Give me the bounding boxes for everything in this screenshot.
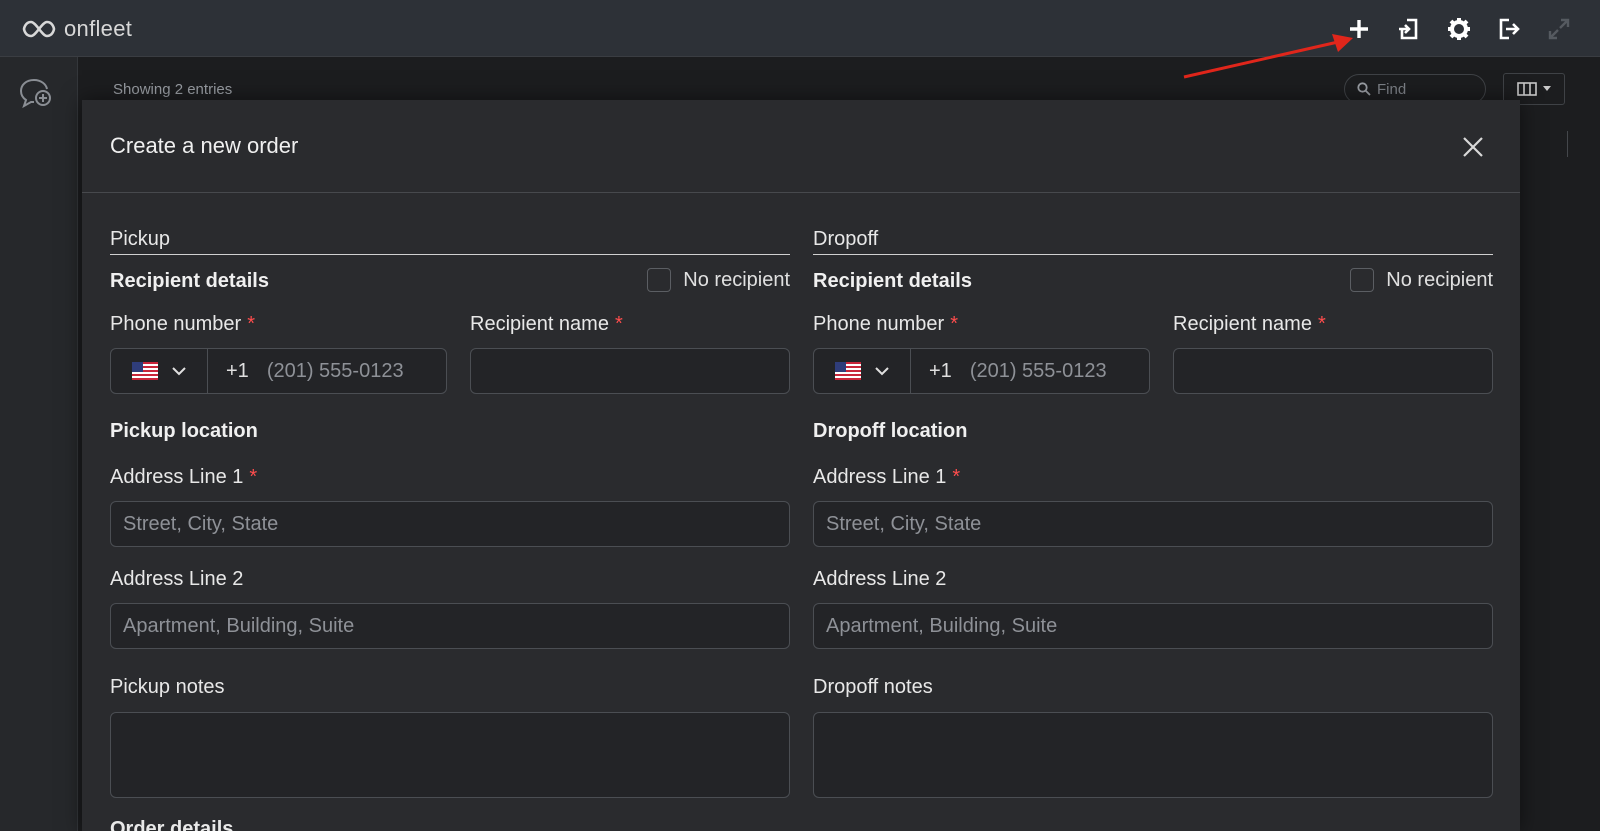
divider — [1567, 131, 1568, 157]
pickup-country-code: +1 — [226, 359, 249, 382]
pickup-recipient-name-input[interactable] — [470, 348, 790, 394]
required-mark: * — [1317, 313, 1326, 335]
columns-icon — [1517, 82, 1537, 96]
pickup-address1-label: Address Line 1 * — [110, 466, 258, 488]
dropoff-phone-label: Phone number * — [813, 313, 958, 335]
pickup-address1-placeholder: Street, City, State — [123, 512, 279, 535]
pickup-country-select[interactable] — [111, 349, 208, 393]
create-order-modal: Create a new order Pickup Recipient deta… — [82, 100, 1520, 831]
gear-icon[interactable] — [1444, 14, 1474, 44]
required-mark: * — [950, 313, 958, 335]
pickup-recipient-title: Recipient details — [110, 270, 269, 292]
dropoff-recipient-row: Recipient details No recipient — [813, 255, 1493, 301]
pickup-location-title: Pickup location — [110, 420, 258, 442]
dropoff-no-recipient-checkbox[interactable] — [1350, 268, 1375, 292]
pickup-notes-textarea[interactable] — [110, 712, 790, 798]
dropoff-phone-field[interactable]: +1 (201) 555-0123 — [813, 348, 1150, 394]
add-chat-icon[interactable] — [18, 77, 54, 114]
dropoff-country-code: +1 — [929, 359, 952, 382]
left-rail — [0, 57, 78, 831]
brand-name: onfleet — [64, 16, 133, 41]
dropoff-column: Dropoff Recipient details No recipient P… — [813, 228, 1493, 798]
onfleet-logo[interactable]: onfleet — [22, 14, 132, 44]
caret-down-icon — [1543, 86, 1551, 91]
dropoff-no-recipient[interactable]: No recipient — [1350, 268, 1493, 292]
dropoff-section-title: Dropoff — [813, 228, 1493, 255]
pickup-recipient-row: Recipient details No recipient — [110, 255, 790, 301]
pickup-column: Pickup Recipient details No recipient Ph… — [110, 228, 790, 798]
dropoff-country-select[interactable] — [814, 349, 911, 393]
dropoff-address1-input[interactable]: Street, City, State — [813, 501, 1493, 547]
us-flag-icon — [835, 362, 861, 380]
chevron-down-icon — [875, 366, 889, 375]
infinity-logo-icon — [22, 20, 56, 38]
pickup-notes-label: Pickup notes — [110, 676, 225, 698]
pickup-address1-input[interactable]: Street, City, State — [110, 501, 790, 547]
modal-header: Create a new order — [82, 100, 1520, 193]
dropoff-address1-placeholder: Street, City, State — [826, 512, 982, 535]
find-placeholder: Find — [1377, 80, 1407, 98]
pickup-no-recipient-label: No recipient — [683, 268, 790, 291]
pickup-no-recipient-checkbox[interactable] — [647, 268, 672, 292]
dropoff-phone-placeholder: (201) 555-0123 — [969, 359, 1107, 382]
expand-icon[interactable] — [1544, 14, 1574, 44]
pickup-phone-field[interactable]: +1 (201) 555-0123 — [110, 348, 447, 394]
logout-icon[interactable] — [1494, 14, 1524, 44]
annotation-arrow — [1183, 34, 1353, 79]
dropoff-address2-placeholder: Apartment, Building, Suite — [826, 614, 1058, 637]
modal-title: Create a new order — [110, 133, 299, 158]
close-icon[interactable] — [1462, 136, 1486, 160]
dropoff-name-label: Recipient name * — [1173, 313, 1326, 335]
order-details-title-partial: Order details — [110, 818, 234, 831]
dropoff-notes-textarea[interactable] — [813, 712, 1493, 798]
dropoff-no-recipient-label: No recipient — [1386, 268, 1493, 291]
import-icon[interactable] — [1394, 14, 1424, 44]
pickup-section-title: Pickup — [110, 228, 790, 255]
dropoff-address2-input[interactable]: Apartment, Building, Suite — [813, 603, 1493, 649]
pickup-address2-placeholder: Apartment, Building, Suite — [123, 614, 355, 637]
pickup-address2-input[interactable]: Apartment, Building, Suite — [110, 603, 790, 649]
top-toolbar — [1344, 14, 1574, 44]
required-mark: * — [952, 466, 961, 488]
entries-count: Showing 2 entries — [113, 81, 233, 98]
pickup-phone-label: Phone number * — [110, 313, 255, 335]
dropoff-location-title: Dropoff location — [813, 420, 968, 442]
dropoff-address2-label: Address Line 2 — [813, 568, 947, 590]
required-mark: * — [614, 313, 623, 335]
pickup-no-recipient[interactable]: No recipient — [647, 268, 790, 292]
dropoff-recipient-title: Recipient details — [813, 270, 972, 292]
dropoff-notes-label: Dropoff notes — [813, 676, 933, 698]
dropoff-recipient-name-input[interactable] — [1173, 348, 1493, 394]
dropoff-address1-label: Address Line 1 * — [813, 466, 961, 488]
search-icon — [1357, 82, 1371, 96]
chevron-down-icon — [172, 366, 186, 375]
top-bar: onfleet — [0, 0, 1600, 57]
pickup-name-label: Recipient name * — [470, 313, 623, 335]
us-flag-icon — [132, 362, 158, 380]
pickup-address2-label: Address Line 2 — [110, 568, 244, 590]
pickup-phone-placeholder: (201) 555-0123 — [266, 359, 404, 382]
required-mark: * — [249, 466, 258, 488]
required-mark: * — [247, 313, 255, 335]
